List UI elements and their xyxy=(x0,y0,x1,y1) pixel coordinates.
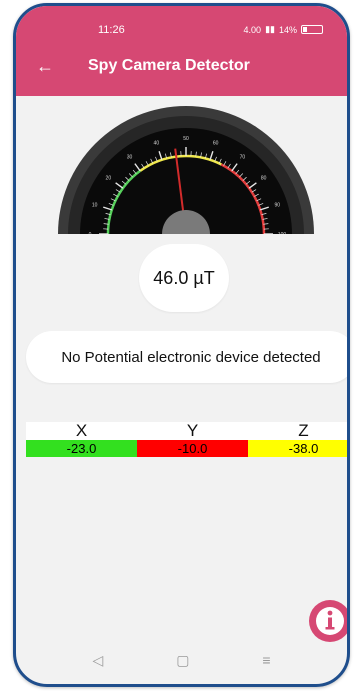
field-strength-reading: 46.0 µT xyxy=(139,244,229,312)
status-time: 11:26 xyxy=(98,24,125,36)
axis-x-value: -23.0 xyxy=(26,440,137,457)
status-icons: 4.00 ▮▮ 14% xyxy=(244,24,323,35)
gauge-tick-label: 70 xyxy=(240,154,246,160)
gauge-tick-label: 0 xyxy=(89,232,92,234)
triangle-back-icon[interactable]: ◁ xyxy=(92,652,103,669)
axis-y-value: -10.0 xyxy=(137,440,248,457)
axis-x-header: X xyxy=(26,422,137,440)
gauge-tick-label: 40 xyxy=(154,141,160,147)
app-header: 11:26 4.00 ▮▮ 14% ← Spy Camera Detector xyxy=(16,6,347,96)
gauge-tick-label: 60 xyxy=(213,141,219,147)
magnetic-gauge: 0 10 20 30 40 50 60 70 80 90 100 xyxy=(58,106,314,234)
signal-icon: ▮▮ xyxy=(265,24,275,34)
axis-values: -23.0 -10.0 -38.0 xyxy=(26,440,347,457)
axis-headers: X Y Z xyxy=(26,422,347,440)
gauge-tick-label: 50 xyxy=(183,136,189,142)
gauge-tick-label: 90 xyxy=(275,202,281,208)
page-title: Spy Camera Detector xyxy=(88,57,250,74)
menu-lines-icon[interactable]: ≡ xyxy=(262,652,270,668)
gauge-tick-label: 10 xyxy=(92,202,98,208)
square-home-icon[interactable]: ▢ xyxy=(176,652,189,669)
system-nav-bar: ◁ ▢ ≡ xyxy=(16,636,347,684)
detection-message: No Potential electronic device detected xyxy=(26,331,347,383)
phone-frame: 11:26 4.00 ▮▮ 14% ← Spy Camera Detector … xyxy=(13,3,350,687)
gauge-tick-label: 80 xyxy=(261,176,267,182)
battery-icon xyxy=(301,25,323,34)
network-speed: 4.00 xyxy=(243,24,262,35)
gauge-tick-label: 20 xyxy=(106,176,112,182)
battery-percent: 14% xyxy=(278,24,297,35)
axis-z-header: Z xyxy=(248,422,347,440)
gauge-tick-label: 30 xyxy=(127,154,133,160)
axis-readings: X Y Z -23.0 -10.0 -38.0 xyxy=(26,422,347,457)
axis-y-header: Y xyxy=(137,422,248,440)
gauge-tick-label: 100 xyxy=(278,232,287,234)
axis-z-value: -38.0 xyxy=(248,440,347,457)
back-arrow-icon[interactable]: ← xyxy=(36,56,54,76)
